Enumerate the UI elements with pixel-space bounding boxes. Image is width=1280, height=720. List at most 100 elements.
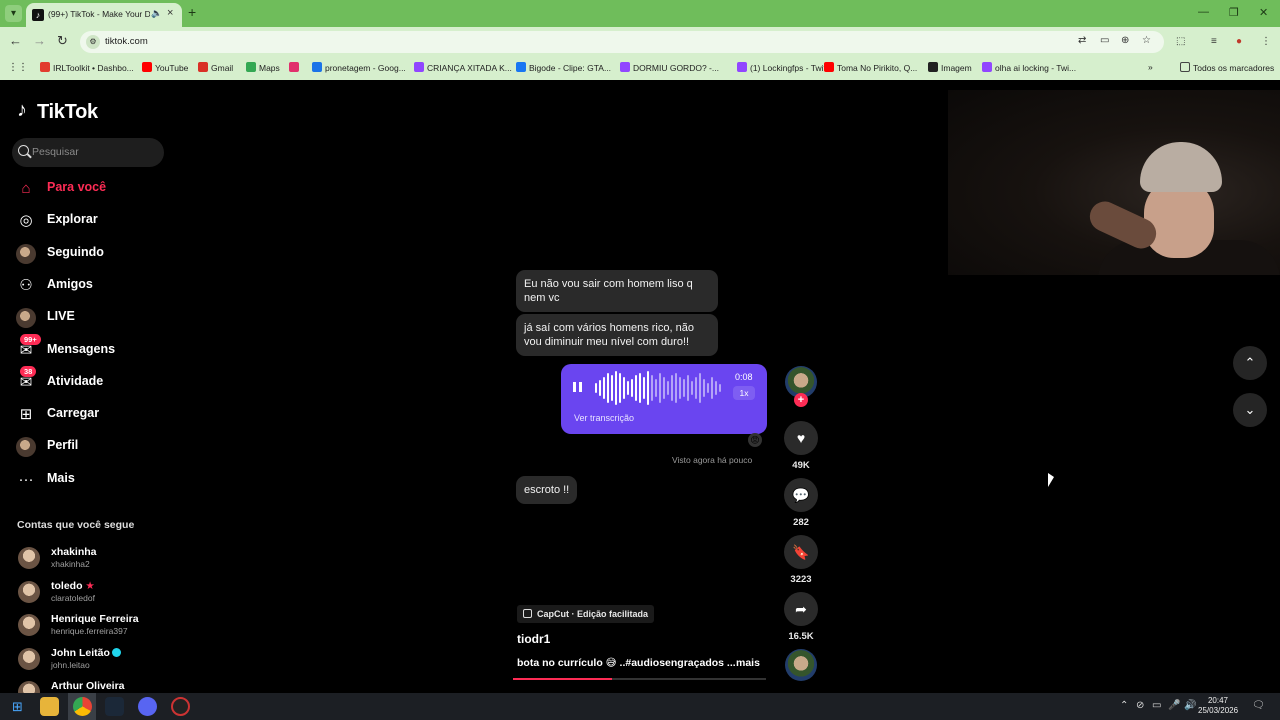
bookmark-item[interactable]: YouTube [142,62,188,76]
sidebar-item-explorar[interactable]: ◎ Explorar [16,208,166,234]
tray-app-icon[interactable]: ⊘ [1136,700,1144,711]
omnibox[interactable]: ⚙ tiktok.com ⇄ ▭ ⊕ ☆ [80,31,1164,53]
waveform-bar [699,373,701,403]
bookmark-favicon-icon [312,62,322,72]
comment-icon[interactable]: 💬 [784,478,818,512]
extensions-icon[interactable]: ⬚ [1176,36,1185,47]
bookmark-item[interactable]: (1) Lockingfps - Twit... [737,62,833,76]
bookmark-item[interactable]: Maps [246,62,280,76]
bookmark-item[interactable]: pronetagem - Goog... [312,62,406,76]
bookmark-icon[interactable]: 🔖 [784,535,818,569]
url-text[interactable]: tiktok.com [105,36,148,47]
zoom-icon[interactable]: ⊕ [1121,35,1129,46]
taskbar-clock[interactable]: 20:47 25/03/2026 [1198,696,1238,716]
obs-icon[interactable] [171,697,190,716]
bookmark-item[interactable]: olha ai locking - Twi... [982,62,1076,76]
transcript-link[interactable]: Ver transcrição [574,413,634,423]
sidebar-item-mensagens[interactable]: ✉ Mensagens 99+ [16,333,166,364]
bookmark-favicon-icon [246,62,256,72]
extension-shield-icon[interactable]: ● [1236,36,1242,47]
account-username: john.leitao [51,659,90,670]
share-icon[interactable]: ➦ [784,592,818,626]
followed-account[interactable]: John Leitão john.leitao [18,646,168,676]
network-icon[interactable]: ▭ [1152,700,1161,711]
all-bookmarks-folder[interactable]: Todos os marcadores [1180,62,1274,76]
notification-icon[interactable]: 🗨 [1252,700,1265,711]
file-explorer-icon[interactable] [40,697,59,716]
star-icon[interactable]: ☆ [1142,35,1151,46]
cast-icon[interactable]: ▭ [1100,35,1109,46]
sidebar-item-para-voce[interactable]: ⌂ Para você [16,176,166,202]
capcut-tag[interactable]: CapCut · Edição facilitada [517,605,655,623]
video-author[interactable]: tiodr1 [517,632,550,646]
bookmark-item[interactable]: Imagem [928,62,972,76]
browser-tab[interactable]: ♪ (99+) TikTok - Make Your Day 🔈 × [26,3,182,27]
steam-icon[interactable] [105,697,124,716]
waveform-bar [599,380,601,396]
apps-grid-icon[interactable]: ⋮⋮ [8,62,28,76]
video-progress-bar[interactable] [513,678,766,680]
sidebar-item-label: Explorar [47,212,98,227]
bookmark-item[interactable] [289,62,302,76]
back-icon[interactable]: ← [9,33,22,48]
sidebar-item-mais[interactable]: ··· Mais [16,467,166,493]
next-video-icon[interactable]: ⌄ [1233,393,1267,427]
chrome-icon[interactable] [73,697,92,716]
account-username: xhakinha2 [51,559,90,569]
more-link[interactable]: mais [736,657,760,669]
bookmark-label: (1) Lockingfps - Twit... [750,63,833,73]
bookmarks-overflow-icon[interactable]: » [1148,62,1153,76]
tray-chevron-icon[interactable]: ⌃ [1120,700,1128,711]
followed-account[interactable]: toledo ★ claratoledof [18,579,168,609]
followed-account[interactable]: xhakinha xhakinha2 [18,545,168,575]
waveform-bar [671,375,673,401]
account-name: toledo ★ [51,580,95,592]
windows-start-icon[interactable]: ⊞ [8,697,27,716]
likes-count: 49K [792,460,810,471]
window-close-icon[interactable]: ✕ [1259,6,1268,19]
sound-avatar[interactable] [785,649,817,681]
speaker-icon[interactable]: 🔈 [151,8,162,19]
discord-icon[interactable] [138,697,157,716]
sidebar-item-perfil[interactable]: Perfil [16,434,166,460]
waveform-bar [603,377,605,399]
restore-icon[interactable]: ❐ [1229,6,1239,19]
sidebar-item-live[interactable]: LIVE [16,305,166,331]
sidebar-item-atividade[interactable]: ✉ Atividade 38 [16,365,166,396]
volume-icon[interactable]: 🔊 [1184,700,1196,711]
previous-video-icon[interactable]: ⌃ [1233,346,1267,380]
sidebar-item-carregar[interactable]: ⊞ Carregar [16,402,166,428]
sidebar-item-seguindo[interactable]: Seguindo [16,241,166,267]
waveform-bar [595,383,597,393]
audio-message[interactable]: 0:08 1x Ver transcrição [561,364,767,434]
avatar [18,580,40,603]
pause-icon[interactable] [573,382,582,392]
translate-icon[interactable]: ⇄ [1078,35,1086,46]
bookmark-item[interactable]: CRIANÇA XITADA K... [414,62,512,76]
followed-account[interactable]: Henrique Ferreira henrique.ferreira397 [18,612,168,642]
site-info-icon[interactable]: ⚙ [86,35,100,49]
playback-speed-button[interactable]: 1x [733,386,755,400]
bookmark-item[interactable]: IRLToolkit • Dashbo... [40,62,134,76]
bookmark-item[interactable]: Toma No Pirikito, Q... [824,62,917,76]
search-input[interactable]: Pesquisar [12,138,164,167]
minimize-icon[interactable]: — [1198,6,1209,18]
close-tab-icon[interactable]: × [167,7,173,19]
bookmark-item[interactable]: Bigode - Clipe: GTA... [516,62,611,76]
bookmark-item[interactable]: Gmail [198,62,233,76]
microphone-icon[interactable]: 🎤 [1168,700,1180,711]
menu-kebab-icon[interactable]: ⋮ [1261,36,1271,47]
new-tab-button[interactable]: + [188,4,196,20]
sidebar-item-amigos[interactable]: ⚇ Amigos [16,273,166,299]
follow-plus-icon[interactable]: + [794,393,808,407]
search-icon [18,145,29,156]
shares-count: 16.5K [788,631,814,642]
forward-icon[interactable]: → [33,33,46,48]
waveform-bar [679,377,681,399]
media-icon[interactable]: ≡ [1211,36,1217,47]
like-heart-icon[interactable]: ♥ [784,421,818,455]
tab-search-button[interactable]: ▾ [5,5,22,22]
bookmark-item[interactable]: DORMIU GORDO? -... [620,62,719,76]
waveform-bar [643,377,645,399]
reload-icon[interactable]: ↻ [57,33,68,49]
